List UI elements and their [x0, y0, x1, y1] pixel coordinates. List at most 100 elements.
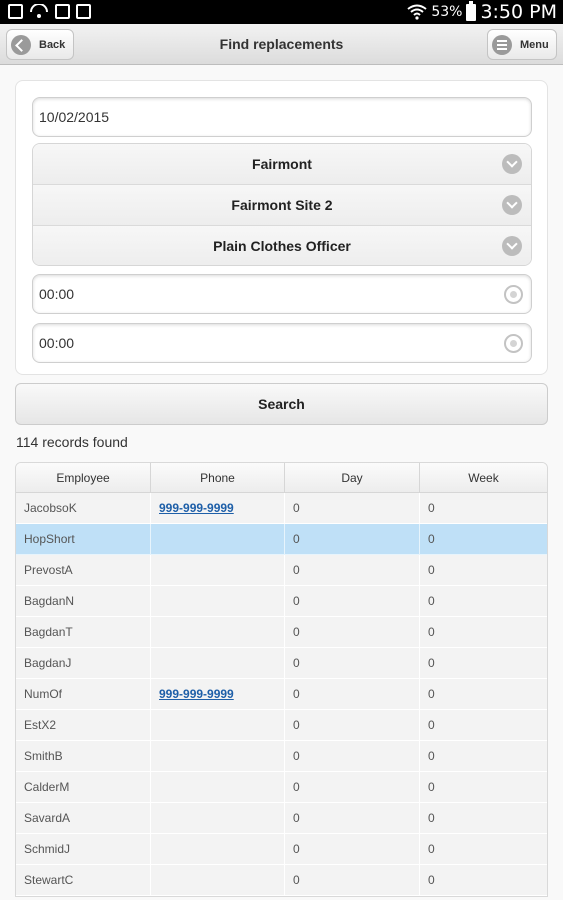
phone-cell	[151, 772, 285, 803]
day-cell: 0	[285, 772, 420, 803]
table-row[interactable]: CalderM 0 0	[16, 772, 547, 803]
week-cell: 0	[420, 586, 547, 617]
search-button[interactable]: Search	[15, 383, 548, 425]
employee-cell: PrevostA	[16, 555, 151, 586]
week-cell: 0	[420, 648, 547, 679]
column-header-day[interactable]: Day	[285, 463, 420, 493]
end-time-field[interactable]: 00:00	[32, 323, 532, 363]
position-select-value: Plain Clothes Officer	[213, 238, 351, 254]
week-cell: 0	[420, 555, 547, 586]
table-row[interactable]: BagdanJ 0 0	[16, 648, 547, 679]
table-row[interactable]: BagdanN 0 0	[16, 586, 547, 617]
clock-time: 3:50 PM	[480, 1, 557, 23]
table-row[interactable]: JacobsoK 999-999-9999 0 0	[16, 493, 547, 524]
week-cell: 0	[420, 834, 547, 865]
week-cell: 0	[420, 741, 547, 772]
phone-cell	[151, 648, 285, 679]
employee-cell: NumOf	[16, 679, 151, 710]
phone-cell	[151, 865, 285, 896]
week-cell: 0	[420, 803, 547, 834]
search-form: 10/02/2015 Fairmont Fairmont Site 2 Plai…	[15, 80, 548, 375]
results-table: Employee Phone Day Week JacobsoK 999-999-…	[15, 462, 548, 897]
phone-link[interactable]: 999-999-9999	[159, 687, 234, 701]
status-bar: 53% 3:50 PM	[0, 0, 563, 24]
location-select-value: Fairmont Site 2	[231, 197, 333, 213]
employee-cell: BagdanJ	[16, 648, 151, 679]
select-group: Fairmont Fairmont Site 2 Plain Clothes O…	[32, 143, 532, 266]
employee-cell: SmithB	[16, 741, 151, 772]
table-row[interactable]: EstX2 0 0	[16, 710, 547, 741]
phone-cell	[151, 834, 285, 865]
phone-link[interactable]: 999-999-9999	[159, 501, 234, 515]
phone-cell	[151, 617, 285, 648]
day-cell: 0	[285, 865, 420, 896]
employee-cell: BagdanT	[16, 617, 151, 648]
day-cell: 0	[285, 679, 420, 710]
table-row[interactable]: HopShort 0 0	[16, 524, 547, 555]
menu-icon	[492, 34, 512, 55]
phone-cell	[151, 741, 285, 772]
week-cell: 0	[420, 493, 547, 524]
menu-label: Menu	[520, 38, 549, 51]
employee-cell: SchmidJ	[16, 834, 151, 865]
chevron-down-icon	[502, 195, 522, 215]
employee-cell: SavardA	[16, 803, 151, 834]
week-cell: 0	[420, 710, 547, 741]
day-cell: 0	[285, 493, 420, 524]
phone-cell	[151, 586, 285, 617]
phone-cell: 999-999-9999	[151, 493, 285, 524]
page-title: Find replacements	[219, 36, 344, 52]
table-row[interactable]: SavardA 0 0	[16, 803, 547, 834]
screenshot-icon	[8, 4, 23, 19]
day-cell: 0	[285, 586, 420, 617]
chevron-down-icon	[502, 154, 522, 174]
employee-cell: CalderM	[16, 772, 151, 803]
employee-cell: BagdanN	[16, 586, 151, 617]
clock-icon	[504, 285, 523, 304]
table-row[interactable]: SchmidJ 0 0	[16, 834, 547, 865]
day-cell: 0	[285, 648, 420, 679]
phone-cell	[151, 803, 285, 834]
location-select[interactable]: Fairmont Site 2	[33, 185, 531, 226]
table-row[interactable]: NumOf 999-999-9999 0 0	[16, 679, 547, 710]
chevron-down-icon	[502, 236, 522, 256]
battery-icon	[466, 0, 477, 21]
app-header: Back Find replacements Menu	[0, 24, 563, 65]
table-row[interactable]: PrevostA 0 0	[16, 555, 547, 586]
menu-button[interactable]: Menu	[487, 29, 557, 60]
week-cell: 0	[420, 772, 547, 803]
table-body: JacobsoK 999-999-9999 0 0 HopShort 0 0 PrevostA…	[16, 493, 547, 896]
column-header-employee[interactable]: Employee	[16, 463, 151, 493]
employee-cell: HopShort	[16, 524, 151, 555]
phone-cell	[151, 710, 285, 741]
site-select[interactable]: Fairmont	[33, 144, 531, 185]
position-select[interactable]: Plain Clothes Officer	[33, 226, 531, 265]
table-header: Employee Phone Day Week	[16, 463, 547, 493]
notification-icons	[8, 4, 91, 20]
day-cell: 0	[285, 555, 420, 586]
date-field[interactable]: 10/02/2015	[32, 97, 532, 137]
start-time-value: 00:00	[39, 286, 75, 302]
employee-cell: EstX2	[16, 710, 151, 741]
day-cell: 0	[285, 803, 420, 834]
employee-cell: StewartC	[16, 865, 151, 896]
day-cell: 0	[285, 741, 420, 772]
camera-icon	[76, 4, 91, 19]
table-row[interactable]: SmithB 0 0	[16, 741, 547, 772]
sync-icon	[30, 4, 48, 18]
end-time-value: 00:00	[39, 335, 75, 351]
column-header-week[interactable]: Week	[420, 463, 547, 493]
week-cell: 0	[420, 865, 547, 896]
table-row[interactable]: StewartC 0 0	[16, 865, 547, 896]
day-cell: 0	[285, 524, 420, 555]
phone-cell	[151, 555, 285, 586]
start-time-field[interactable]: 00:00	[32, 274, 532, 314]
battery-percent: 53%	[431, 4, 463, 20]
week-cell: 0	[420, 617, 547, 648]
day-cell: 0	[285, 710, 420, 741]
clock-icon	[504, 334, 523, 353]
phone-cell	[151, 524, 285, 555]
table-row[interactable]: BagdanT 0 0	[16, 617, 547, 648]
column-header-phone[interactable]: Phone	[151, 463, 285, 493]
wifi-icon	[407, 4, 427, 20]
